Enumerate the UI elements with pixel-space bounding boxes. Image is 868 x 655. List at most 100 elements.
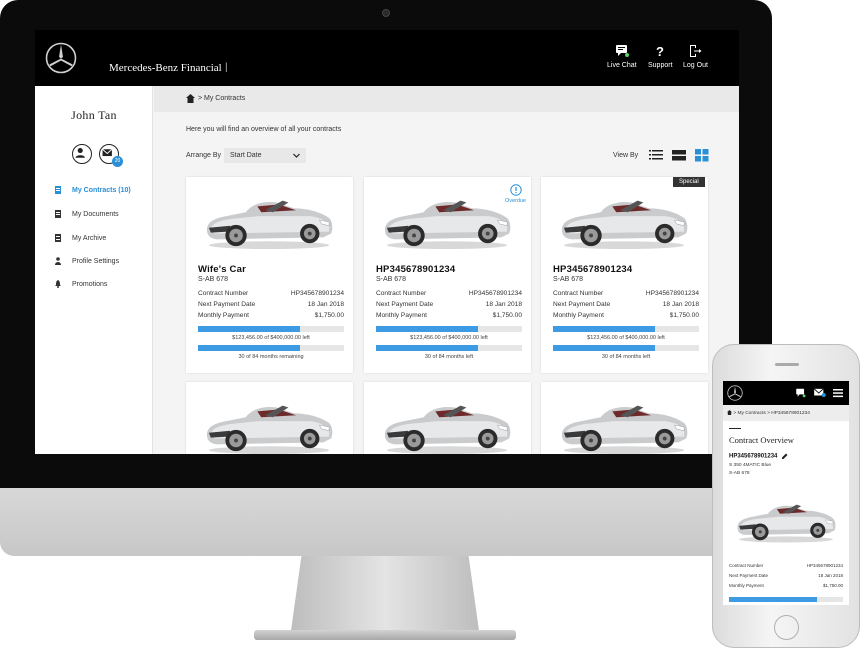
contract-card[interactable]: Special HP345678901234 S-AB 678 Contract… [541, 177, 708, 373]
imac-stand-base [254, 630, 516, 640]
mercedes-star-logo-icon[interactable] [45, 42, 77, 74]
phone-speaker [775, 363, 799, 366]
sidebar-item-my-contracts[interactable]: My Contracts (10) [55, 184, 131, 196]
contract-number-value: HP345678901234 [290, 290, 344, 297]
phone-car-model: S 350 4MATIC Blue [729, 463, 772, 468]
documents-icon [55, 210, 61, 218]
mercedes-star-logo-icon[interactable] [727, 385, 743, 401]
contract-card[interactable] [186, 382, 353, 454]
log-out-button[interactable]: Log Out [683, 44, 708, 69]
live-chat-label: Live Chat [607, 62, 637, 69]
user-name: John Tan [71, 108, 117, 122]
logout-icon [690, 45, 702, 57]
contract-number-row: Contract Number HP345678901234 [729, 563, 843, 568]
amount-caption: $123,456.00 of $400,000.00 left [410, 335, 488, 341]
imac-chin [0, 488, 772, 556]
breadcrumb: > My Contracts [154, 86, 739, 112]
next-payment-row: Next Payment Date 18 Jan 2018 [553, 301, 699, 308]
next-payment-row: Next Payment Date 18 Jan 2018 [376, 301, 522, 308]
contract-number-label: Contract Number [729, 563, 764, 568]
device-mockup-stage: Mercedes-Benz Financial | Live Chat ? Su… [0, 0, 868, 655]
months-progress-fill [198, 345, 301, 351]
profile-button[interactable] [72, 144, 92, 164]
imac-stand [290, 556, 480, 638]
monthly-payment-value: $1,750.00 [822, 583, 843, 588]
card-title: Wife's Car [198, 264, 246, 275]
sidebar-item-profile-settings[interactable]: Profile Settings [55, 255, 119, 267]
bell-icon [55, 280, 61, 288]
months-caption: 30 of 84 months left [424, 354, 474, 360]
question-mark-icon: ? [656, 44, 664, 58]
home-icon[interactable] [186, 94, 195, 103]
contract-card[interactable]: Overdue HP345678901234 S-AB 678 Contract… [364, 177, 531, 373]
webcam-icon [382, 9, 390, 17]
arrange-by-label: Arrange By [186, 152, 222, 159]
intro-text: Here you will find an overview of all yo… [186, 126, 342, 133]
car-image [200, 392, 338, 454]
months-progress-bar [553, 345, 699, 351]
card-plate: S-AB 678 [198, 276, 228, 283]
sidebar-item-my-archive[interactable]: My Archive [55, 232, 106, 244]
sidebar-item-my-documents[interactable]: My Documents [55, 208, 119, 220]
arrange-by-value: Start Date [230, 152, 262, 159]
phone-header [723, 381, 849, 405]
monthly-payment-row: Monthly Payment $1,750.00 [729, 583, 843, 588]
monthly-payment-value: $1,750.00 [492, 312, 522, 319]
contract-number-label: Contract Number [376, 290, 427, 297]
home-icon[interactable] [727, 410, 732, 415]
sidebar-item-promotions[interactable]: Promotions [55, 278, 107, 290]
list-view-icon[interactable] [649, 148, 663, 162]
contract-card[interactable]: Wife's Car S-AB 678 Contract Number HP345… [186, 177, 353, 373]
support-label: Support [648, 62, 673, 69]
chevron-down-icon [293, 153, 300, 158]
arrange-by-select[interactable]: Start Date [224, 148, 306, 163]
next-payment-label: Next Payment Date [553, 301, 611, 308]
card-plate: S-AB 678 [376, 276, 406, 283]
months-progress-bar [198, 345, 344, 351]
months-caption: 30 of 84 months remaining [238, 354, 304, 360]
phone-breadcrumb-text: > My Contracts > HP345678901234 [733, 410, 810, 416]
message-count-badge: 20 [112, 156, 123, 167]
desktop-screen: Mercedes-Benz Financial | Live Chat ? Su… [35, 30, 739, 454]
car-image [378, 187, 516, 251]
next-payment-value: 18 Jan 2018 [307, 301, 344, 308]
contract-number-row: Contract Number HP345678901234 [376, 290, 522, 297]
overdue-label: Overdue [505, 198, 527, 204]
card-title: HP345678901234 [376, 264, 456, 275]
amount-caption: $123,456.00 of $400,000.00 left [232, 335, 310, 341]
sidebar-item-label: Promotions [72, 280, 108, 288]
contract-card[interactable] [541, 382, 708, 454]
amount-progress-fill [376, 326, 479, 332]
envelope-icon[interactable] [814, 388, 826, 398]
amount-progress-fill [553, 326, 656, 332]
chat-icon[interactable] [795, 388, 806, 398]
brand-name: Mercedes-Benz Financial [109, 62, 222, 74]
amount-progress-bar [198, 326, 344, 332]
live-chat-button[interactable]: Live Chat [607, 44, 637, 69]
phone-breadcrumb: > My Contracts > HP345678901234 [723, 405, 849, 421]
contract-number-value: HP345678901234 [806, 563, 843, 568]
monthly-payment-label: Monthly Payment [198, 312, 249, 319]
document-icon [55, 186, 61, 194]
chat-icon [615, 45, 629, 57]
hamburger-menu-icon[interactable] [833, 388, 843, 398]
user-icon [75, 147, 85, 158]
row-view-icon[interactable] [672, 148, 686, 162]
alert-icon [510, 184, 522, 196]
contract-card[interactable] [364, 382, 531, 454]
amount-progress-bar [553, 326, 699, 332]
card-plate: S-AB 678 [553, 276, 583, 283]
next-payment-row: Next Payment Date 18 Jan 2018 [729, 573, 843, 578]
phone-screen: > My Contracts > HP345678901234 Contract… [723, 381, 849, 605]
edit-pencil-icon[interactable] [782, 453, 788, 459]
support-button[interactable]: ? Support [648, 44, 673, 69]
grid-view-icon[interactable] [695, 148, 709, 162]
breadcrumb-text: > My Contracts [198, 95, 246, 102]
months-caption: 30 of 84 months left [601, 354, 651, 360]
archive-icon [55, 234, 61, 242]
amount-caption: $123,456.00 of $400,000.00 left [587, 335, 665, 341]
sidebar: John Tan 20 My Contracts (10) My Documen… [35, 86, 153, 454]
home-button[interactable] [774, 615, 799, 640]
car-image [733, 489, 839, 549]
months-progress-fill [376, 345, 479, 351]
